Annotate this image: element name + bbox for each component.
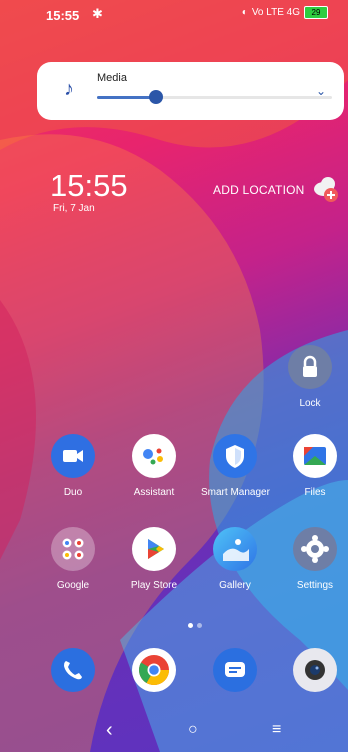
dock-messages[interactable] <box>201 648 269 692</box>
home-icon[interactable]: ○ <box>188 721 198 739</box>
app-assistant[interactable]: Assistant <box>120 434 188 498</box>
google-folder-icon <box>51 527 95 571</box>
page-indicator <box>186 615 204 633</box>
app-files[interactable]: Files <box>281 434 348 498</box>
messages-icon <box>213 648 257 692</box>
mute-icon: ◐ <box>241 7 248 18</box>
status-time: 15:55 <box>46 8 80 23</box>
page-dot-active <box>188 623 193 628</box>
files-folder-icon <box>293 434 337 478</box>
media-label: Media <box>97 72 127 84</box>
battery-icon: 29 <box>304 6 328 19</box>
play-store-icon <box>132 527 176 571</box>
app-settings[interactable]: Settings <box>281 527 348 591</box>
dock-camera[interactable] <box>281 648 348 692</box>
settings-icon: ✱ <box>92 6 103 21</box>
page-dot <box>197 623 202 628</box>
app-label: Play Store <box>130 580 178 591</box>
app-label: Gallery <box>219 580 251 591</box>
app-label: Google <box>56 580 90 591</box>
back-icon[interactable]: ‹ <box>106 719 113 742</box>
app-gallery[interactable]: Gallery <box>201 527 269 591</box>
volume-fill <box>97 96 156 99</box>
app-smart-manager[interactable]: Smart Manager <box>201 434 270 498</box>
chevron-down-icon[interactable]: ⌄ <box>316 84 326 98</box>
phone-icon <box>51 648 95 692</box>
duo-video-icon <box>51 434 95 478</box>
app-lock[interactable]: Lock <box>276 345 344 409</box>
recents-menu-icon[interactable]: ≡ <box>272 721 281 739</box>
add-location-link[interactable]: ADD LOCATION <box>213 183 305 197</box>
app-duo[interactable]: Duo <box>39 434 107 498</box>
app-label: Assistant <box>133 487 175 498</box>
date-text: Fri, 7 Jan <box>53 203 95 214</box>
shield-icon <box>213 434 257 478</box>
clock-widget[interactable]: 15:55 <box>50 168 128 204</box>
media-volume-panel: ♪ Media ⌄ <box>37 62 344 120</box>
camera-icon <box>293 648 337 692</box>
dock-chrome[interactable] <box>120 648 188 692</box>
chrome-icon <box>132 648 176 692</box>
status-bar: 15:55 ✱ ◐ Vo LTE 4G 29 <box>0 0 348 30</box>
app-google-folder[interactable]: Google <box>39 527 107 591</box>
lock-icon <box>288 345 332 389</box>
music-note-icon: ♪ <box>64 78 74 100</box>
app-label: Smart Manager <box>201 487 270 498</box>
app-label: Lock <box>299 398 321 409</box>
volume-knob[interactable] <box>148 90 163 104</box>
app-play-store[interactable]: Play Store <box>120 527 188 591</box>
status-indicators: ◐ Vo LTE 4G 29 <box>242 6 328 19</box>
network-text: Vo LTE 4G <box>251 7 300 18</box>
app-label: Duo <box>63 487 83 498</box>
dock-phone[interactable] <box>39 648 107 692</box>
app-label: Files <box>304 487 326 498</box>
weather-cloud-icon[interactable] <box>311 174 341 204</box>
app-label: Settings <box>296 580 334 591</box>
volume-slider[interactable] <box>97 90 332 104</box>
navigation-bar: ‹ ○ ≡ <box>0 715 348 752</box>
gallery-icon <box>213 527 257 571</box>
gear-icon <box>293 527 337 571</box>
assistant-icon <box>132 434 176 478</box>
